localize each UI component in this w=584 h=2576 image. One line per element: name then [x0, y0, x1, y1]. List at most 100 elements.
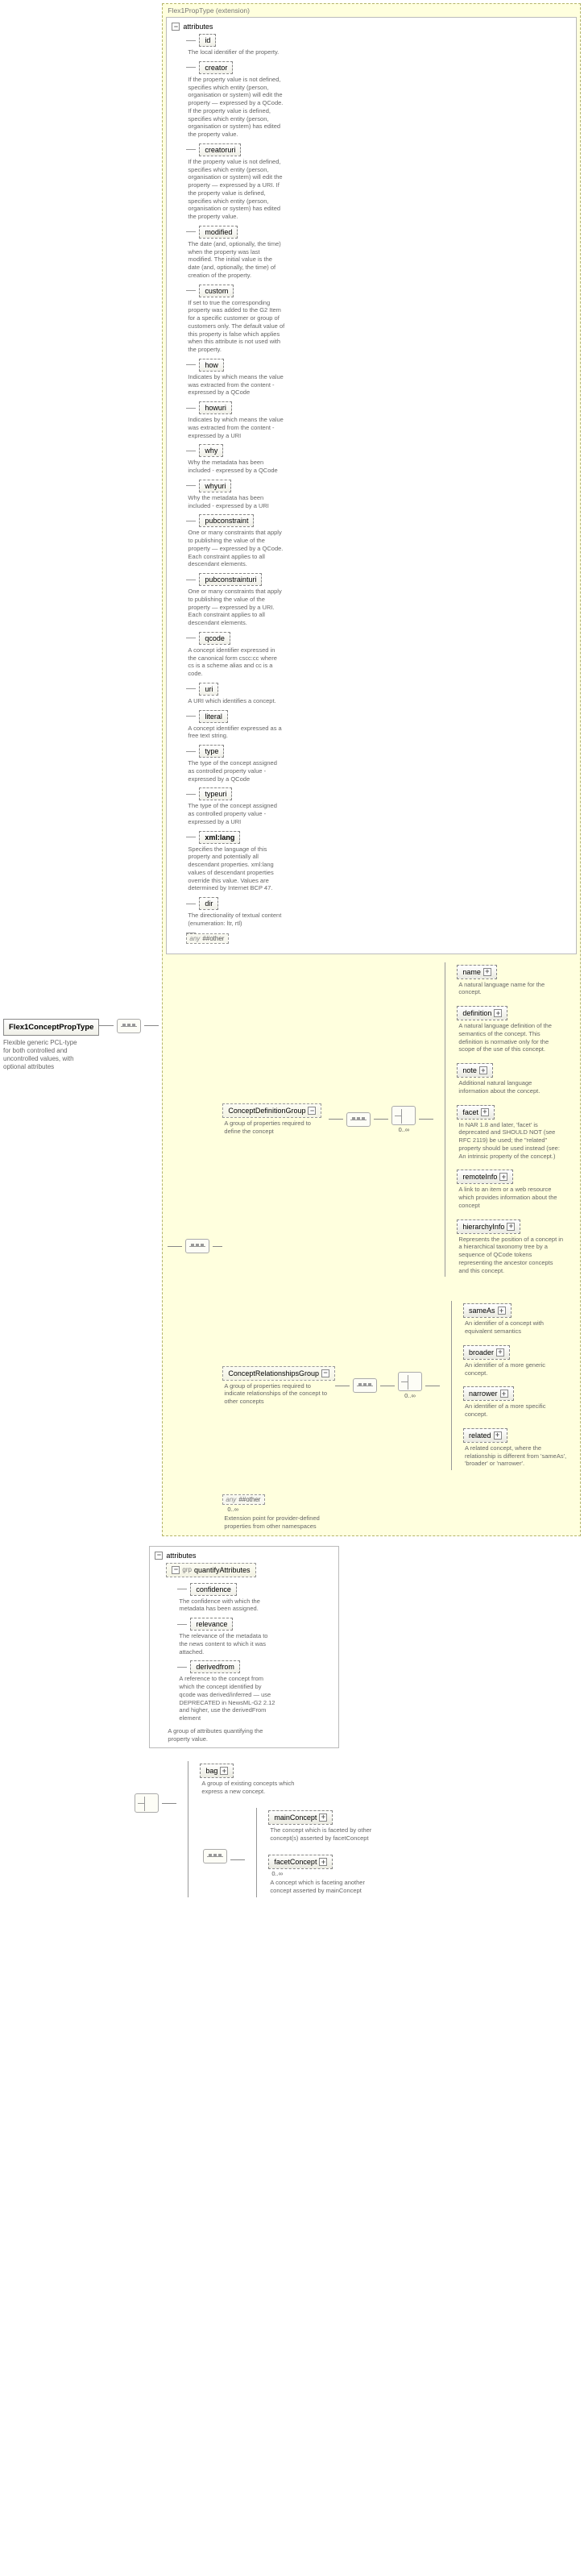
- collapse-toggle[interactable]: −: [155, 1552, 163, 1560]
- group-desc: A group of attributes quantifying the pr…: [168, 1727, 264, 1743]
- seq-lower: [203, 1849, 227, 1863]
- attribute-typeuri: typeuri: [199, 787, 232, 800]
- attribute-confidence: confidence: [190, 1583, 237, 1596]
- element-facet-concept: facetConcept +: [268, 1855, 333, 1869]
- expand-icon[interactable]: +: [220, 1767, 228, 1775]
- element-desc: In NAR 1.8 and later, 'facet' is depreca…: [458, 1121, 563, 1161]
- expand-icon[interactable]: −: [308, 1107, 316, 1115]
- attribute-id: id: [199, 34, 216, 47]
- element-desc: A link to an item or a web resource whic…: [458, 1186, 563, 1209]
- expand-icon[interactable]: +: [319, 1814, 327, 1822]
- collapse-toggle[interactable]: −: [172, 1566, 180, 1574]
- attribute-type: type: [199, 745, 224, 758]
- occurrence: 0..∞: [227, 1506, 570, 1513]
- element-sameAs: sameAs+: [463, 1303, 512, 1318]
- quantify-attributes-group: − grp quantifyAttributes: [166, 1563, 255, 1577]
- occurrence: 0..∞: [395, 1392, 425, 1399]
- attribute-why: why: [199, 444, 223, 457]
- concept-relationships-group: ConceptRelationshipsGroup −: [222, 1366, 335, 1381]
- element-bag: bag +: [200, 1764, 234, 1778]
- occurrence: 0..∞: [271, 1870, 375, 1877]
- attribute-desc: A URI which identifies a concept.: [188, 697, 284, 705]
- expand-icon[interactable]: +: [494, 1009, 502, 1017]
- attribute-desc: The local identifier of the property.: [188, 48, 284, 56]
- element-hierarchyInfo: hierarchyInfo+: [457, 1219, 520, 1234]
- choice-crg: [398, 1372, 422, 1391]
- attributes-box: − attributes idThe local identifier of t…: [166, 17, 577, 954]
- element-desc: An identifier of a concept with equivale…: [465, 1319, 570, 1336]
- expand-icon[interactable]: −: [321, 1369, 329, 1377]
- attribute-desc: A concept identifier expressed in the ca…: [188, 646, 284, 678]
- attribute-dir: dir: [199, 897, 218, 910]
- attribute-creatoruri: creatoruri: [199, 143, 241, 156]
- sequence-connector: [117, 1019, 141, 1033]
- attribute-desc: If set to true the corresponding propert…: [188, 299, 284, 354]
- attribute-relevance: relevance: [190, 1618, 233, 1631]
- attributes-label: attributes: [166, 1552, 196, 1560]
- extension-any: any ##other: [222, 1494, 265, 1505]
- attribute-desc: The confidence with which the metadata h…: [179, 1598, 275, 1614]
- element-desc: A related concept, where the relationshi…: [465, 1444, 570, 1468]
- group-desc: A group of properties required to define…: [224, 1120, 329, 1136]
- expand-icon[interactable]: +: [319, 1858, 327, 1866]
- attribute-desc: Indicates by which means the value was e…: [188, 373, 284, 397]
- element-desc: A natural language name for the concept.: [458, 981, 563, 997]
- attribute-modified: modified: [199, 226, 238, 239]
- expand-icon[interactable]: +: [498, 1307, 506, 1315]
- attribute-derivedfrom: derivedfrom: [190, 1660, 240, 1673]
- element-narrower: narrower+: [463, 1386, 514, 1401]
- attribute-desc: Specifies the language of this property …: [188, 846, 284, 893]
- attribute-desc: A reference to the concept from which th…: [179, 1675, 275, 1722]
- any-desc: Extension point for provider-defined pro…: [224, 1514, 329, 1531]
- group-desc: A group of properties required to indica…: [224, 1382, 329, 1406]
- expand-icon[interactable]: +: [500, 1390, 508, 1398]
- element-desc: The concept which is faceted by other co…: [270, 1826, 375, 1843]
- expand-icon[interactable]: +: [499, 1173, 507, 1181]
- attribute-desc: Why the metadata has been included - exp…: [188, 459, 284, 475]
- attribute-desc: The type of the concept assigned as cont…: [188, 802, 284, 825]
- root-type: Flex1ConceptPropType: [3, 1019, 99, 1036]
- element-desc: Represents the position of a concept in …: [458, 1236, 563, 1275]
- attribute-desc: A concept identifier expressed as a free…: [188, 725, 284, 741]
- attribute-desc: If the property value is not defined, sp…: [188, 158, 284, 221]
- attribute-custom: custom: [199, 285, 234, 297]
- expand-icon[interactable]: +: [483, 968, 491, 976]
- attribute-desc: The date (and, optionally, the time) whe…: [188, 240, 284, 280]
- attribute-xml-lang: xml:lang: [199, 831, 240, 844]
- collapse-toggle[interactable]: −: [172, 23, 180, 31]
- element-facet: facet+: [457, 1105, 495, 1120]
- attribute-howuri: howuri: [199, 401, 232, 414]
- root-desc: Flexible generic PCL-type for both contr…: [3, 1039, 80, 1071]
- element-remoteInfo: remoteInfo+: [457, 1170, 513, 1184]
- expand-icon[interactable]: +: [481, 1108, 489, 1116]
- expand-icon[interactable]: +: [494, 1431, 502, 1440]
- element-definition: definition+: [457, 1006, 507, 1020]
- element-desc: Additional natural language information …: [458, 1079, 563, 1095]
- element-broader: broader+: [463, 1345, 510, 1360]
- attribute-desc: The directionality of textual content (e…: [188, 912, 284, 928]
- element-note: note+: [457, 1063, 493, 1078]
- attribute-desc: Why the metadata has been included - exp…: [188, 494, 284, 510]
- attribute-any: any ##other: [186, 933, 229, 944]
- element-main-concept: mainConcept +: [268, 1810, 333, 1825]
- element-related: related+: [463, 1428, 507, 1443]
- attribute-desc: Indicates by which means the value was e…: [188, 416, 284, 439]
- sequence-connector-body: [185, 1239, 209, 1253]
- element-desc: An identifier of a more specific concept…: [465, 1402, 570, 1419]
- attribute-desc: One or many constraints that apply to pu…: [188, 588, 284, 627]
- element-desc: A group of existing concepts which expre…: [201, 1780, 306, 1796]
- attribute-literal: literal: [199, 710, 228, 723]
- attribute-uri: uri: [199, 683, 218, 696]
- seq-cdg: [346, 1112, 371, 1127]
- expand-icon[interactable]: +: [496, 1348, 504, 1357]
- extension-header: Flex1PropType (extension): [164, 6, 578, 15]
- element-desc: A natural language definition of the sem…: [458, 1022, 563, 1053]
- choice-cdg: [391, 1106, 416, 1125]
- expand-icon[interactable]: +: [479, 1066, 487, 1074]
- element-desc: A concept which is faceting another conc…: [270, 1879, 375, 1895]
- expand-icon[interactable]: +: [507, 1223, 515, 1231]
- element-name: name+: [457, 965, 497, 979]
- attribute-creator: creator: [199, 61, 233, 74]
- choice-lower: [135, 1793, 159, 1813]
- attribute-desc: One or many constraints that apply to pu…: [188, 529, 284, 568]
